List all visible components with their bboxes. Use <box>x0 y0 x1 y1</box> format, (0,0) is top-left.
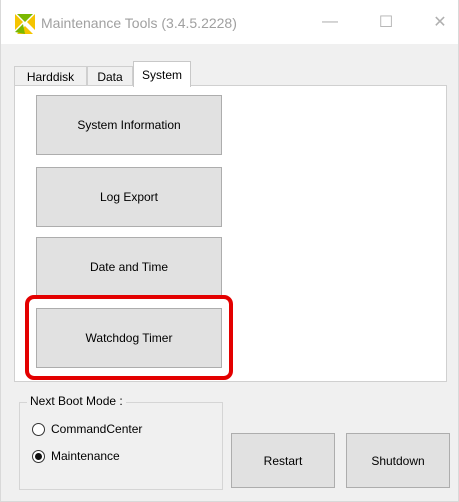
system-information-button[interactable]: System Information <box>36 95 222 155</box>
maximize-button[interactable]: ☐ <box>363 0 409 44</box>
radio-commandcenter-label: CommandCenter <box>51 422 143 436</box>
minimize-button[interactable]: — <box>307 0 353 44</box>
next-boot-mode-legend: Next Boot Mode : <box>27 394 126 408</box>
title-bar[interactable]: Maintenance Tools (3.4.5.2228) — ☐ ✕ <box>1 0 458 44</box>
next-boot-mode-group: Next Boot Mode : CommandCenter Maintenan… <box>19 394 223 490</box>
date-and-time-button[interactable]: Date and Time <box>36 237 222 297</box>
app-logo-icon <box>15 14 35 34</box>
radio-maintenance-label: Maintenance <box>51 449 120 463</box>
radio-checked-icon[interactable] <box>32 449 45 463</box>
log-export-button[interactable]: Log Export <box>36 167 222 227</box>
radio-maintenance[interactable]: Maintenance <box>32 449 120 463</box>
window-title: Maintenance Tools (3.4.5.2228) <box>41 15 237 31</box>
tab-system[interactable]: System <box>133 61 191 87</box>
radio-commandcenter[interactable]: CommandCenter <box>32 422 142 436</box>
tab-data[interactable]: Data <box>87 66 133 86</box>
close-button[interactable]: ✕ <box>417 0 459 44</box>
system-tab-panel: System Information Log Export Date and T… <box>14 85 447 382</box>
shutdown-button[interactable]: Shutdown <box>346 433 450 488</box>
maintenance-tools-window: Maintenance Tools (3.4.5.2228) — ☐ ✕ Har… <box>0 0 459 502</box>
watchdog-timer-button[interactable]: Watchdog Timer <box>36 308 222 368</box>
radio-unchecked-icon[interactable] <box>32 422 45 436</box>
restart-button[interactable]: Restart <box>231 433 335 488</box>
tab-harddisk[interactable]: Harddisk <box>14 66 87 86</box>
